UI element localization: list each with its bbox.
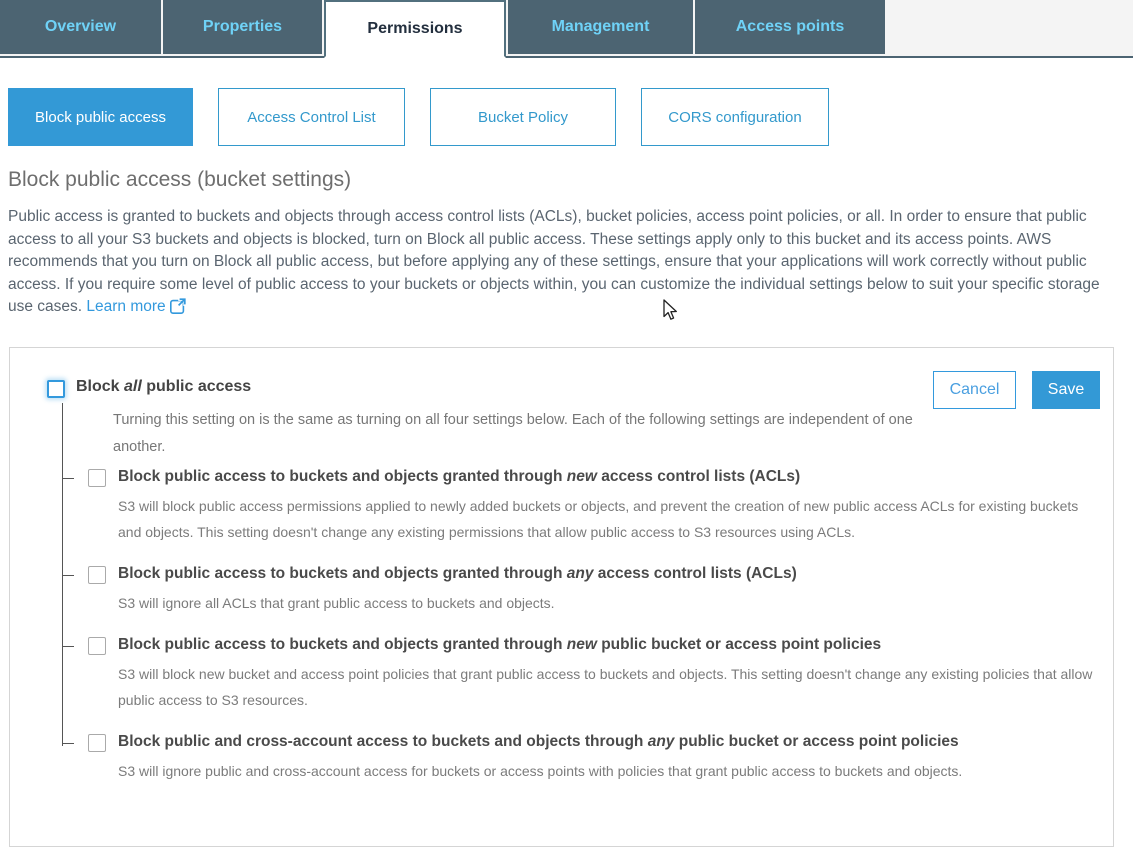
tab-management-label: Management (551, 18, 650, 35)
label-after: access control lists (ACLs) (593, 565, 797, 582)
label-italic: new (566, 468, 597, 485)
tree-stub (62, 575, 74, 576)
subnav-cors-configuration-label: CORS configuration (668, 108, 802, 126)
subnav-access-control-list-label: Access Control List (247, 108, 376, 126)
block-all-public-access-description: Turning this setting on is the same as t… (113, 412, 913, 455)
block-all-label-before: Block (76, 378, 125, 395)
label-before: Block public access to buckets and objec… (118, 636, 567, 653)
tree-stub (62, 478, 74, 479)
setting-block-cross-account-label: Block public and cross-account access to… (118, 732, 959, 751)
block-all-label-italic: all (124, 378, 142, 395)
page-title: Block public access (bucket settings) (8, 168, 352, 191)
panel-header: Block all public access Turning this set… (10, 348, 1113, 461)
setting-block-new-policies-checkbox[interactable] (88, 637, 106, 655)
learn-more-link[interactable]: Learn more (86, 298, 165, 315)
tab-overview[interactable]: Overview (0, 0, 161, 54)
block-all-label-after: public access (141, 378, 252, 395)
setting-row: Block public and cross-account access to… (88, 732, 1113, 752)
external-link-icon[interactable] (169, 297, 187, 322)
tab-permissions-label: Permissions (367, 20, 463, 37)
label-before: Block public access to buckets and objec… (118, 468, 567, 485)
setting-block-cross-account-description: S3 will ignore public and cross-account … (118, 763, 963, 779)
tree-stub (62, 646, 74, 647)
setting-block-new-policies-label: Block public access to buckets and objec… (118, 635, 881, 654)
setting-row: Block public access to buckets and objec… (88, 564, 1113, 584)
setting-row: Block public access to buckets and objec… (88, 635, 1113, 655)
setting-block-any-acls: Block public access to buckets and objec… (62, 564, 1113, 616)
subnav-access-control-list[interactable]: Access Control List (218, 88, 405, 146)
label-after: public bucket or access point policies (596, 636, 882, 653)
tab-list: Overview Properties Permissions Manageme… (0, 0, 887, 58)
tab-overview-label: Overview (44, 18, 117, 35)
setting-block-new-acls-label: Block public access to buckets and objec… (118, 467, 800, 486)
primary-tab-bar: Overview Properties Permissions Manageme… (0, 0, 1133, 58)
setting-block-any-acls-checkbox[interactable] (88, 566, 106, 584)
setting-block-any-acls-label: Block public access to buckets and objec… (118, 564, 797, 583)
setting-block-new-acls-description: S3 will block public access permissions … (118, 498, 1079, 540)
panel-actions: Cancel Save (933, 371, 1100, 409)
tree-stub (62, 743, 74, 744)
setting-block-new-acls-checkbox[interactable] (88, 469, 106, 487)
label-italic: new (566, 636, 597, 653)
subnav-block-public-access-label: Block public access (35, 108, 166, 126)
subnav-bucket-policy-label: Bucket Policy (477, 108, 569, 126)
label-after: access control lists (ACLs) (596, 468, 801, 485)
sub-settings-tree: Block public access to buckets and objec… (62, 403, 1113, 784)
label-before: Block public and cross-account access to… (118, 733, 648, 750)
label-after: public bucket or access point policies (674, 733, 959, 750)
page-intro: Public access is granted to buckets and … (8, 206, 1121, 322)
tab-access-points-label: Access points (735, 18, 845, 35)
setting-block-new-policies-description: S3 will block new bucket and access poin… (118, 666, 1093, 708)
sub-nav: Block public access Access Control List … (0, 58, 1133, 146)
tab-permissions[interactable]: Permissions (324, 0, 506, 58)
block-public-access-panel: Block all public access Turning this set… (9, 347, 1114, 847)
tab-properties[interactable]: Properties (163, 0, 322, 54)
label-italic: any (566, 565, 594, 582)
tab-management[interactable]: Management (508, 0, 693, 54)
save-button[interactable]: Save (1032, 371, 1100, 409)
label-before: Block public access to buckets and objec… (118, 565, 567, 582)
setting-block-cross-account-checkbox[interactable] (88, 734, 106, 752)
block-all-public-access-checkbox[interactable] (47, 380, 65, 398)
setting-block-new-acls: Block public access to buckets and objec… (62, 467, 1113, 545)
block-all-public-access-label: Block all public access (76, 378, 251, 396)
label-italic: any (647, 733, 675, 750)
setting-block-cross-account: Block public and cross-account access to… (62, 732, 1113, 784)
setting-block-any-acls-description: S3 will ignore all ACLs that grant publi… (118, 595, 555, 611)
tab-properties-label: Properties (202, 18, 283, 35)
cancel-button[interactable]: Cancel (933, 371, 1016, 409)
tab-access-points[interactable]: Access points (695, 0, 885, 54)
subnav-cors-configuration[interactable]: CORS configuration (641, 88, 829, 146)
setting-block-new-policies: Block public access to buckets and objec… (62, 635, 1113, 713)
setting-row: Block public access to buckets and objec… (88, 467, 1113, 487)
subnav-block-public-access[interactable]: Block public access (8, 88, 193, 146)
subnav-bucket-policy[interactable]: Bucket Policy (430, 88, 616, 146)
